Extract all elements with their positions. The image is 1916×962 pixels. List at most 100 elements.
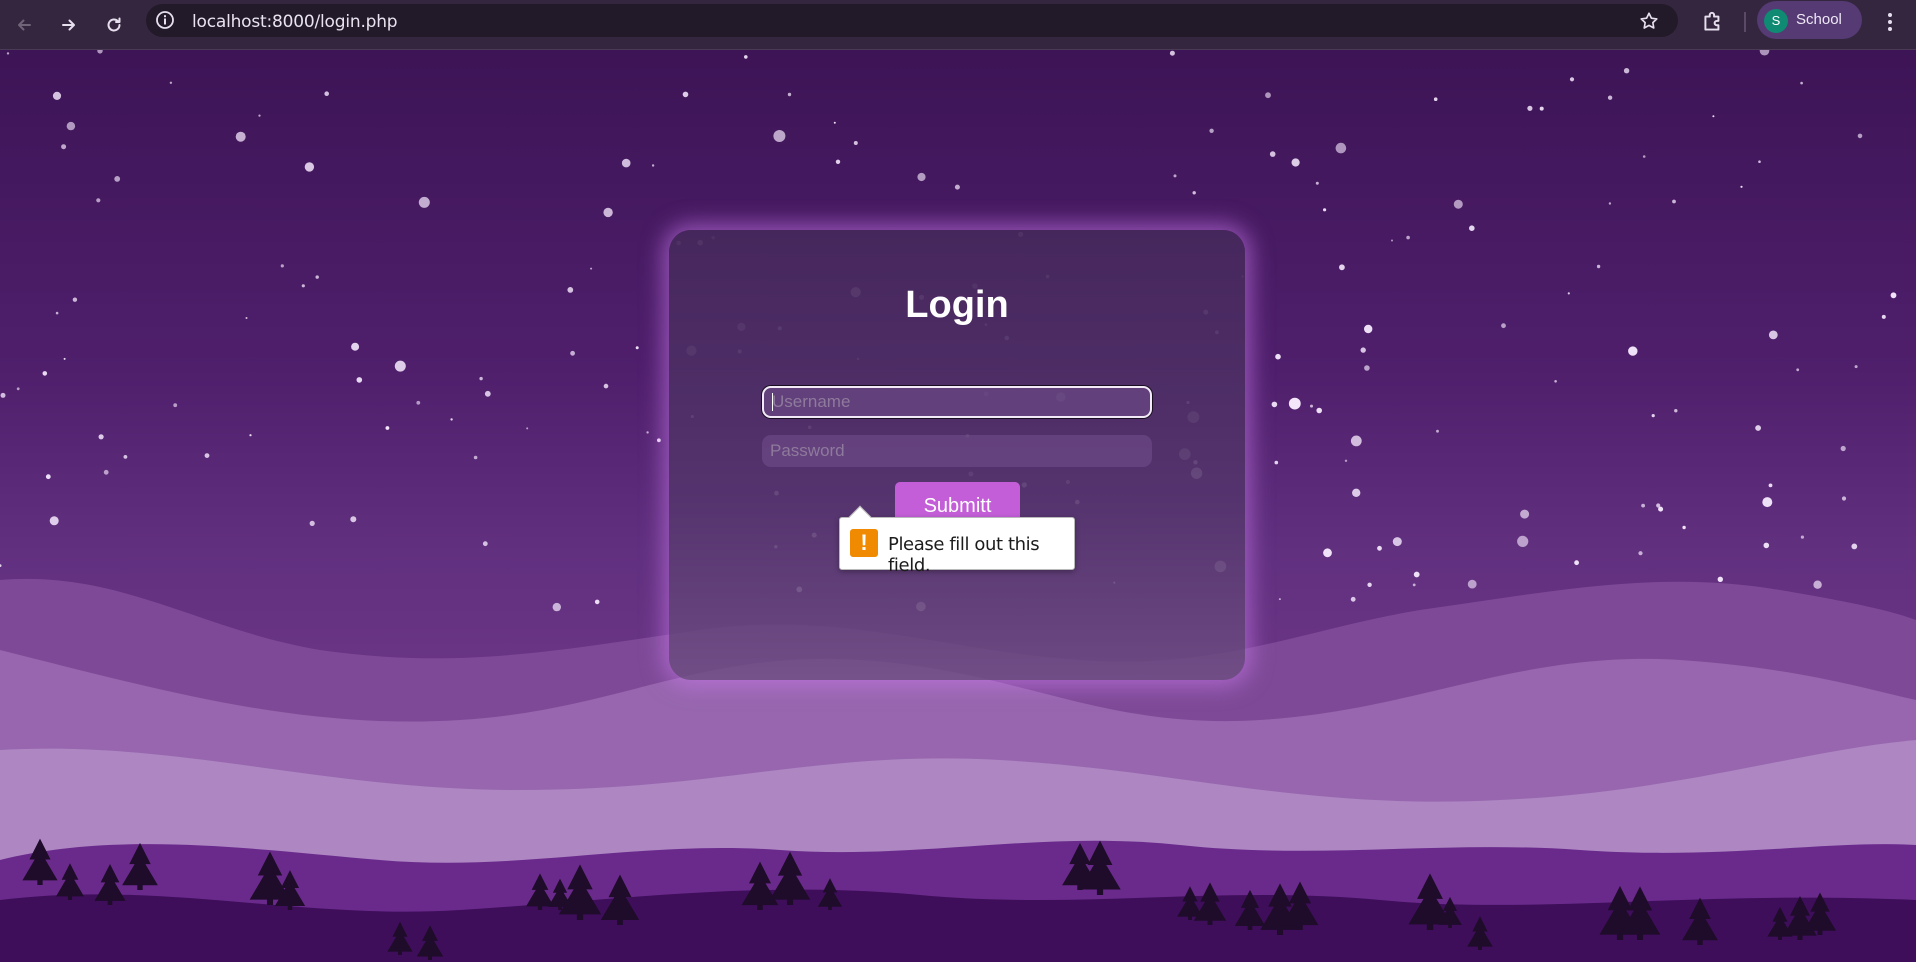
star <box>1377 545 1382 551</box>
star <box>1527 105 1533 111</box>
star <box>1169 50 1175 56</box>
back-button[interactable] <box>7 8 41 42</box>
username-field[interactable] <box>762 386 1152 418</box>
exclamation-icon: ! <box>850 529 878 557</box>
star <box>1288 397 1301 410</box>
star <box>1717 576 1724 582</box>
star <box>1638 551 1643 556</box>
star <box>1608 202 1612 205</box>
star <box>1173 174 1177 178</box>
star <box>1406 235 1410 240</box>
star <box>1796 368 1800 372</box>
star <box>473 455 478 460</box>
password-field[interactable] <box>762 435 1152 467</box>
star <box>482 541 488 547</box>
star <box>651 164 655 167</box>
star <box>1758 160 1761 163</box>
star <box>567 287 574 293</box>
star <box>1682 525 1686 530</box>
star <box>1350 596 1356 602</box>
star <box>1274 460 1279 465</box>
star <box>1768 483 1773 488</box>
star <box>1890 292 1897 299</box>
toolbar-divider <box>1744 12 1746 32</box>
star <box>1392 537 1402 547</box>
info-icon[interactable] <box>154 9 176 31</box>
star <box>1740 185 1743 188</box>
star <box>72 297 78 302</box>
password-input[interactable] <box>762 435 1152 467</box>
reload-icon <box>107 17 121 32</box>
star <box>1800 535 1804 539</box>
page-title: Login <box>905 284 1009 326</box>
star <box>1857 133 1863 139</box>
star <box>351 342 360 351</box>
star <box>315 275 319 279</box>
star-icon[interactable] <box>1638 10 1660 32</box>
star <box>1335 142 1347 154</box>
url-text[interactable]: localhost:8000/login.php <box>192 12 398 32</box>
star <box>1316 407 1322 414</box>
star <box>416 400 421 405</box>
browser-toolbar: localhost:8000/login.php S School <box>0 0 1916 50</box>
star <box>0 392 6 398</box>
star <box>16 387 20 391</box>
star <box>1641 503 1645 508</box>
arrow-left-icon <box>18 19 31 31</box>
arrow-right-icon <box>62 19 75 31</box>
star <box>657 438 661 443</box>
star <box>309 520 315 526</box>
star <box>66 121 76 131</box>
address-bar[interactable]: localhost:8000/login.php <box>146 4 1678 37</box>
star <box>1269 151 1276 157</box>
puzzle-icon[interactable] <box>1700 9 1726 35</box>
star <box>1800 81 1803 85</box>
username-input[interactable] <box>764 388 1150 416</box>
validation-tooltip: ! Please fill out this field. <box>839 505 1075 576</box>
star <box>385 426 390 430</box>
star <box>1854 365 1858 369</box>
profile-button[interactable]: S School <box>1757 1 1862 39</box>
kebab-menu-icon[interactable] <box>1880 8 1900 36</box>
star <box>526 427 529 430</box>
star <box>52 91 62 100</box>
star <box>45 474 51 480</box>
star <box>1364 324 1373 334</box>
star <box>1762 497 1773 508</box>
star <box>1344 459 1348 462</box>
star <box>484 390 491 397</box>
star <box>1192 191 1196 195</box>
star <box>1360 347 1366 353</box>
star <box>1339 264 1345 271</box>
star <box>1364 365 1370 371</box>
star <box>103 469 109 475</box>
star <box>1672 199 1676 204</box>
star <box>1596 264 1601 269</box>
star <box>1350 435 1362 447</box>
star <box>394 360 406 372</box>
star <box>1271 401 1278 408</box>
star <box>552 602 561 612</box>
star <box>356 377 363 383</box>
star <box>1623 68 1630 74</box>
star <box>1656 503 1661 508</box>
star <box>1469 225 1475 231</box>
star <box>1759 50 1770 56</box>
star <box>1467 579 1477 589</box>
forward-button[interactable] <box>52 8 86 42</box>
star <box>324 91 330 96</box>
star <box>1763 542 1770 549</box>
reload-button[interactable] <box>97 8 131 42</box>
star <box>1433 97 1438 101</box>
star <box>744 55 748 59</box>
star <box>1275 353 1281 360</box>
star <box>1265 92 1271 99</box>
star <box>1674 409 1678 413</box>
star <box>123 455 128 459</box>
star <box>1278 598 1281 601</box>
star <box>835 159 841 164</box>
star <box>245 317 248 319</box>
star <box>1768 330 1778 340</box>
star <box>0 564 2 567</box>
star <box>635 346 639 350</box>
